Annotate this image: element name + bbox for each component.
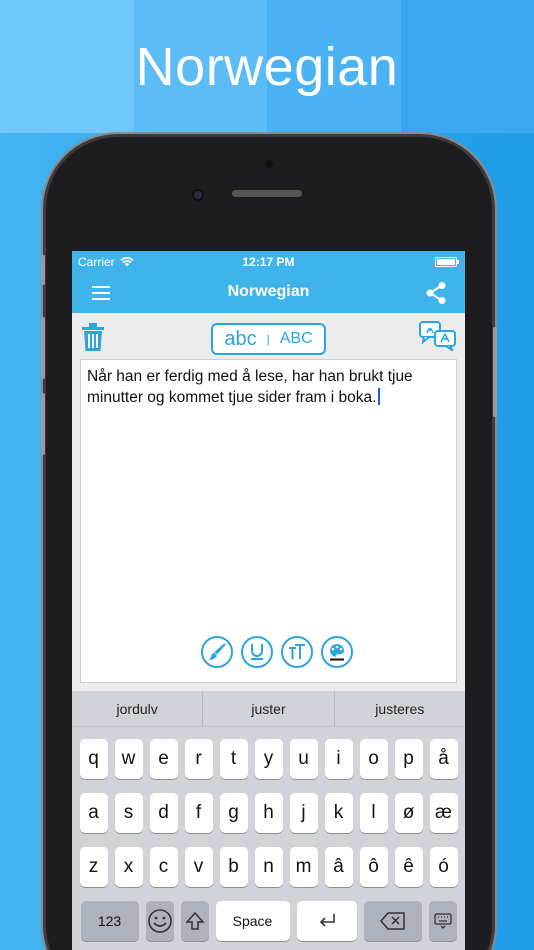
key[interactable]: f [184,793,213,833]
key[interactable]: k [324,793,353,833]
clear-format-button[interactable] [201,636,233,668]
translate-icon[interactable] [419,321,457,351]
key[interactable]: ø [394,793,423,833]
mute-switch [41,255,45,285]
key[interactable]: r [184,739,213,779]
text-size-icon [289,644,305,659]
key[interactable]: t [219,739,248,779]
emoji-icon [147,909,172,933]
text-cursor [378,388,381,405]
uppercase-label: ABC [279,330,313,347]
key[interactable]: s [114,793,143,833]
key[interactable]: æ [429,793,458,833]
key[interactable]: c [149,847,178,887]
key[interactable]: o [359,739,388,779]
case-toggle-button[interactable]: abc | ABC [211,323,326,355]
promo-title: Norwegian [135,37,399,97]
front-camera [192,189,204,201]
keyboard-icon [433,913,452,929]
volume-down-button [41,393,45,455]
key[interactable]: ê [394,847,423,887]
key-row-3: z x c v b n m â ô ê ó [72,847,465,887]
key-row-2: a s d f g h j k l ø æ [72,793,465,833]
key[interactable]: z [79,847,108,887]
phone-frame: Carrier 12:17 PM Norwegian abc | ABC Når… [41,137,497,950]
key[interactable]: b [219,847,248,887]
trash-icon[interactable] [82,323,104,351]
nav-bar: Norwegian [72,273,465,313]
suggestion-item[interactable]: jordulv [72,691,202,726]
editor-toolbar: abc | ABC [72,313,465,359]
suggestion-bar: jordulv juster justeres [72,691,465,727]
text-editor[interactable]: Når han er ferdig med å lese, har han br… [80,359,457,683]
status-bar: Carrier 12:17 PM [72,251,465,273]
nav-title: Norwegian [227,283,310,300]
underline-icon [251,644,263,660]
color-button[interactable] [321,636,353,668]
share-icon[interactable] [425,281,447,305]
backspace-icon [379,912,405,930]
key[interactable]: a [79,793,108,833]
key-row-4: 123 Space [72,901,465,941]
key[interactable]: u [289,739,318,779]
key[interactable]: y [254,739,283,779]
lowercase-label: abc [224,327,257,350]
key[interactable]: x [114,847,143,887]
proximity-sensor [265,160,273,168]
case-separator: | [266,332,270,346]
earpiece-speaker [232,190,302,197]
key-row-1: q w e r t y u i o p å [72,739,465,779]
shift-icon [184,911,205,930]
key[interactable]: m [289,847,318,887]
key[interactable]: i [324,739,353,779]
keyboard-dismiss-key[interactable] [428,901,457,941]
text-size-button[interactable] [281,636,313,668]
key[interactable]: v [184,847,213,887]
keyboard: jordulv juster justeres q w e r t y u i … [72,691,465,950]
suggestion-item[interactable]: juster [202,691,333,726]
return-icon [319,914,335,927]
key[interactable]: d [149,793,178,833]
key[interactable]: p [394,739,423,779]
key[interactable]: w [114,739,143,779]
key[interactable]: g [219,793,248,833]
return-key[interactable] [296,901,357,941]
palette-icon [330,644,344,661]
key[interactable]: q [79,739,108,779]
battery-icon [435,257,459,267]
backspace-key[interactable] [363,901,422,941]
key[interactable]: n [254,847,283,887]
emoji-key[interactable] [145,901,174,941]
status-time: 12:17 PM [242,255,295,269]
numbers-key[interactable]: 123 [80,901,139,941]
editor-text: Når han er ferdig med å lese, har han br… [87,368,413,406]
key[interactable]: ó [429,847,458,887]
space-key[interactable]: Space [215,901,290,941]
underline-button[interactable] [241,636,273,668]
key[interactable]: e [149,739,178,779]
suggestion-item[interactable]: justeres [333,691,465,726]
shift-key[interactable] [180,901,209,941]
key[interactable]: å [429,739,458,779]
key[interactable]: l [359,793,388,833]
volume-up-button [41,317,45,379]
format-buttons [201,636,353,668]
key[interactable]: ô [359,847,388,887]
key[interactable]: j [289,793,318,833]
key[interactable]: h [254,793,283,833]
key[interactable]: â [324,847,353,887]
brush-icon [209,643,226,660]
phone-screen: Carrier 12:17 PM Norwegian abc | ABC Når… [72,251,465,950]
power-button [493,327,497,417]
